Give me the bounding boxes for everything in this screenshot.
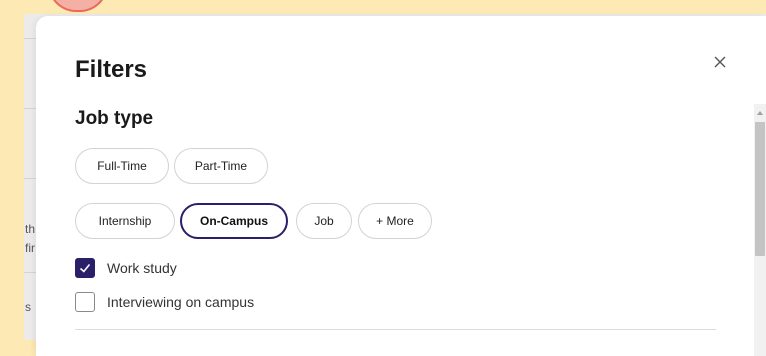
- modal-scrollbar[interactable]: [754, 104, 766, 356]
- job-type-full-time[interactable]: Full-Time: [75, 148, 169, 184]
- scroll-up-button[interactable]: [754, 108, 766, 118]
- job-type-heading: Job type: [75, 108, 154, 129]
- checkmark-icon: [79, 263, 91, 273]
- scrollbar-thumb[interactable]: [755, 122, 765, 256]
- job-type-internship[interactable]: Internship: [75, 203, 175, 239]
- job-type-part-time[interactable]: Part-Time: [174, 148, 268, 184]
- caret-up-icon: [757, 111, 763, 115]
- work-study-option[interactable]: Work study: [75, 258, 177, 278]
- close-icon: [714, 56, 726, 68]
- interviewing-on-campus-option[interactable]: Interviewing on campus: [75, 292, 254, 312]
- job-type-more[interactable]: + More: [358, 203, 432, 239]
- job-type-job[interactable]: Job: [296, 203, 352, 239]
- job-type-on-campus[interactable]: On-Campus: [180, 203, 288, 239]
- interviewing-on-campus-checkbox[interactable]: [75, 292, 95, 312]
- section-divider: [75, 329, 716, 330]
- background-avatar: [48, 0, 108, 12]
- interviewing-on-campus-label: Interviewing on campus: [107, 294, 255, 310]
- modal-title: Filters: [75, 56, 148, 83]
- work-study-label: Work study: [107, 260, 177, 276]
- work-study-checkbox[interactable]: [75, 258, 95, 278]
- close-button[interactable]: [708, 50, 732, 74]
- filters-modal: Filters Job type Full-Time Part-Time Int…: [36, 16, 766, 356]
